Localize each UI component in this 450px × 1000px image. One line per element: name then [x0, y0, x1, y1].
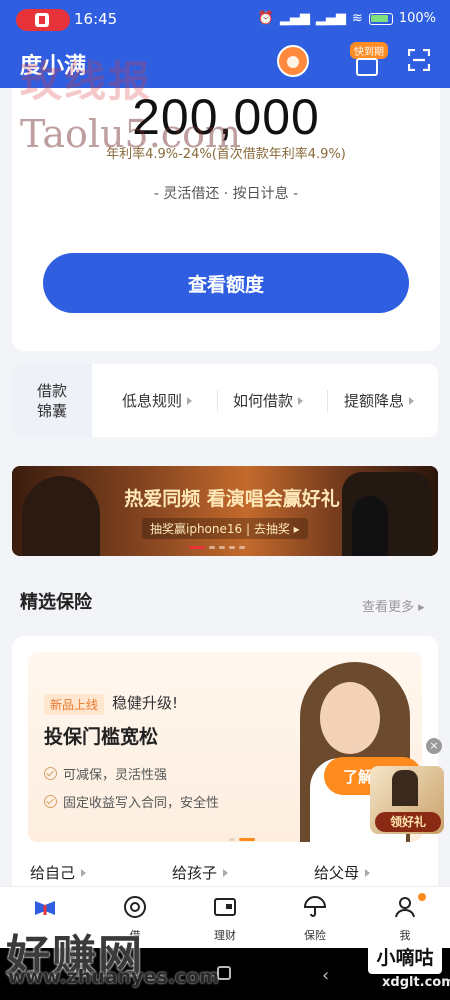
tips-item-label: 提额降息	[344, 392, 405, 410]
tab-label: 给父母	[314, 864, 360, 882]
back-icon[interactable]: ‹	[322, 965, 329, 986]
insurance-feature: 固定收益写入合同，安全性	[44, 792, 219, 811]
tips-item-how-to-borrow[interactable]: 如何借款	[233, 364, 304, 437]
banner-lottery-link[interactable]: 抽奖赢iphone16 | 去抽奖 ▸	[142, 518, 308, 539]
watermark-right-cn: 小嘀咕	[368, 942, 442, 974]
loan-tips-card: 借款 锦囊 低息规则 如何借款 提额降息	[12, 364, 438, 437]
home-icon[interactable]	[217, 966, 231, 980]
page-dot	[219, 546, 225, 549]
tab-for-child[interactable]: 给孩子	[172, 862, 229, 883]
wallet-icon	[214, 898, 236, 916]
expiring-badge: 快到期	[350, 42, 388, 59]
tab-for-parents[interactable]: 给父母	[314, 862, 371, 883]
person-icon	[395, 897, 415, 918]
nav-me[interactable]: 我	[360, 887, 450, 949]
tab-for-self[interactable]: 给自己	[30, 862, 87, 883]
watermark-right-url: xdglt.com	[382, 975, 450, 990]
insurance-card: 新品上线 稳健升级! 投保门槛宽松 可减保，灵活性强 固定收益写入合同，安全性 …	[12, 636, 438, 886]
umbrella-icon	[303, 896, 327, 917]
tips-item-raise-limit[interactable]: 提额降息	[344, 364, 415, 437]
feature-text: 固定收益写入合同，安全性	[63, 796, 220, 811]
page-dot	[239, 838, 255, 841]
nav-label: 理财	[214, 929, 236, 942]
watermark-bottom-url: www.zhuanyes.com	[8, 966, 220, 988]
check-circle-icon	[44, 767, 57, 780]
spokesperson-face	[320, 682, 380, 754]
battery-icon	[368, 12, 393, 25]
check-limit-button[interactable]: 查看额度	[43, 253, 409, 313]
check-circle-icon	[44, 795, 57, 808]
target-icon	[124, 896, 146, 918]
banner-headline: 热爱同频 看演唱会赢好礼	[124, 488, 340, 510]
banner-pagination	[189, 546, 245, 549]
watermark-top-en: Taolu5.com	[20, 112, 242, 156]
signal-icon-2: ▂▄▆	[315, 11, 346, 26]
tab-label: 给自己	[30, 864, 76, 882]
nav-label: 保险	[304, 929, 326, 942]
new-product-tag: 新品上线	[44, 694, 105, 715]
close-icon[interactable]: ×	[426, 738, 442, 754]
tips-item-label: 低息规则	[122, 392, 183, 410]
nav-insurance[interactable]: 保险	[270, 887, 360, 949]
credit-tagline: - 灵活借还 · 按日计息 -	[153, 186, 299, 202]
chevron-right-icon	[298, 396, 304, 405]
mascot-avatar[interactable]	[277, 45, 309, 77]
tips-title: 借款 锦囊	[12, 364, 92, 437]
page-dot	[209, 546, 215, 549]
chevron-right-icon	[223, 868, 229, 877]
divider	[327, 390, 328, 412]
view-more-link[interactable]: 查看更多 ▸	[362, 596, 425, 615]
insurance-subtitle: 稳健升级!	[112, 694, 179, 712]
alarm-icon: ⏰	[257, 11, 274, 26]
chevron-right-icon	[409, 396, 415, 405]
tips-item-label: 如何借款	[233, 392, 294, 410]
tab-label: 给孩子	[172, 864, 218, 882]
recording-pill	[16, 9, 70, 31]
scan-icon[interactable]	[407, 48, 431, 72]
battery-level: 100%	[398, 11, 436, 26]
section-title-insurance: 精选保险	[20, 592, 92, 613]
insurance-feature: 可减保，灵活性强	[44, 764, 167, 783]
page-dot	[229, 546, 235, 549]
nav-wealth[interactable]: 理财	[180, 887, 270, 949]
chevron-right-icon	[365, 868, 371, 877]
banner-singer-image	[22, 476, 100, 556]
nav-label: 我	[399, 929, 411, 942]
concert-banner[interactable]: 热爱同频 看演唱会赢好礼 抽奖赢iphone16 | 去抽奖 ▸	[12, 466, 438, 556]
floating-gift-label[interactable]: 领好礼	[375, 812, 441, 832]
app-logo-icon	[35, 901, 55, 915]
tips-title-line1: 借款	[36, 381, 67, 400]
watermark-top-cn: 玫线报	[20, 57, 153, 106]
tips-title-line2: 锦囊	[36, 401, 67, 420]
status-bar: 16:45 ⏰ ▂▄▆ ▂▄▆ ≋ 100%	[0, 0, 450, 40]
chevron-right-icon	[187, 396, 193, 405]
page-dot	[239, 546, 245, 549]
tips-item-low-rate[interactable]: 低息规则	[122, 364, 193, 437]
gift-icon	[356, 58, 378, 76]
insurance-title: 投保门槛宽松	[44, 726, 159, 748]
notification-dot	[418, 893, 426, 901]
page-dot	[189, 546, 205, 549]
feature-text: 可减保，灵活性强	[63, 768, 168, 783]
promo-pagination	[229, 838, 255, 841]
status-icons: ⏰ ▂▄▆ ▂▄▆ ≋ 100%	[258, 11, 436, 26]
gift-button[interactable]: 快到期	[342, 42, 392, 84]
signal-icon: ▂▄▆	[279, 11, 310, 26]
wifi-icon: ≋	[351, 11, 363, 26]
app-indicator-icon	[35, 13, 49, 27]
page-dot	[229, 838, 235, 841]
scan-icon-svg	[407, 48, 431, 72]
divider	[217, 390, 218, 412]
insurance-promo[interactable]: 新品上线 稳健升级! 投保门槛宽松 可减保，灵活性强 固定收益写入合同，安全性 …	[28, 652, 422, 842]
status-time: 16:45	[74, 10, 118, 28]
chevron-right-icon	[81, 868, 87, 877]
